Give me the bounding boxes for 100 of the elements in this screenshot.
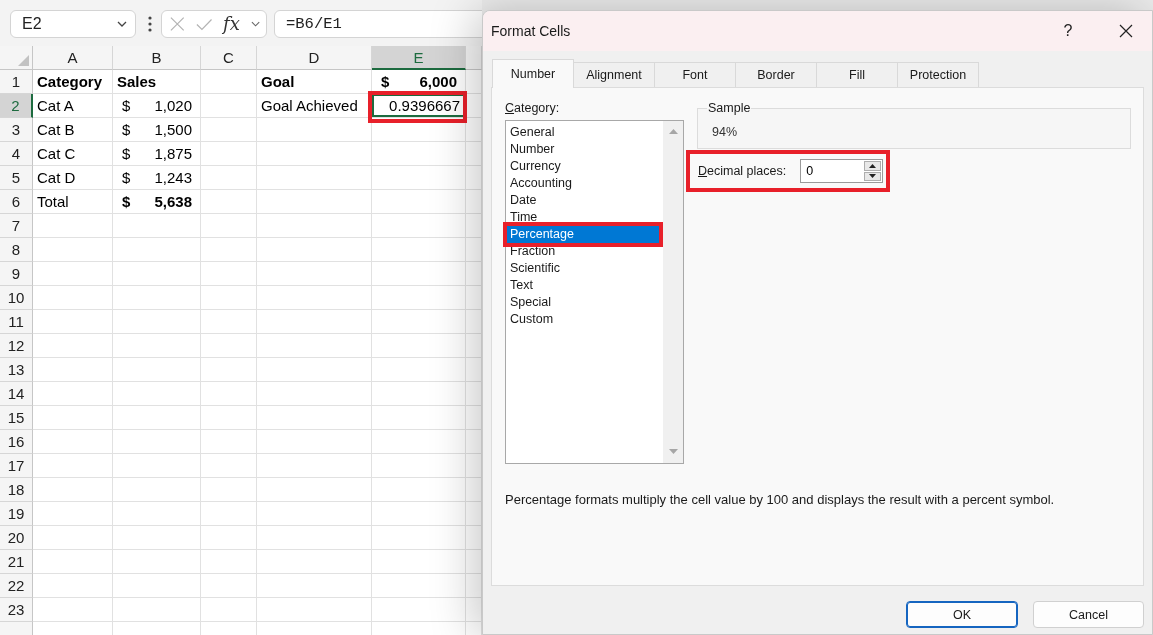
currency-symbol: $ [122,96,131,116]
row-header[interactable]: 10 [0,286,33,310]
row-header[interactable]: 11 [0,310,33,334]
row-header[interactable]: 15 [0,406,33,430]
empty-cell [201,286,257,310]
insert-function-button[interactable]: fx [223,14,240,34]
row-header[interactable]: 18 [0,478,33,502]
column-header[interactable]: A [33,46,113,70]
table-cell: Sales [113,70,201,94]
field-label: Category: [505,100,560,116]
list-item[interactable]: Number [507,141,659,158]
row-header[interactable]: 13 [0,358,33,382]
description-text: Percentage formats multiply the cell value by 100 and displays the result with a percent symbol. [505,492,1055,508]
select-all-button[interactable] [0,46,33,70]
list-item[interactable]: Accounting [507,175,659,192]
table-cell: Cat B [33,118,113,142]
table-cell: Cat D [33,166,113,190]
list-item[interactable]: Special [507,294,659,311]
dialog-button[interactable]: Cancel [1033,601,1144,628]
empty-cell [201,334,257,358]
row-header[interactable]: 23 [0,598,33,622]
tab[interactable]: Protection [897,62,979,87]
list-item[interactable]: Percentage [507,226,659,243]
currency-symbol: $ [381,72,390,92]
empty-cell [201,214,257,238]
check-icon[interactable] [195,17,213,31]
empty-cell [201,598,257,622]
empty-cell [201,526,257,550]
cell-value: 1,875 [154,144,192,164]
table-cell: Cat C [33,142,113,166]
row-header[interactable]: 1 [0,70,33,94]
row-header[interactable]: 3 [0,118,33,142]
empty-cell [201,454,257,478]
column-header[interactable]: D [257,46,372,70]
more-icon[interactable] [148,16,152,32]
dialog-button[interactable]: OK [906,601,1018,628]
name-box[interactable]: E2 [10,10,136,38]
up-triangle-icon[interactable] [668,129,678,134]
currency-symbol: $ [122,120,131,140]
table-cell: 0.9396667 [372,94,466,118]
cell-value: 5,638 [154,192,192,212]
list-item[interactable]: Currency [507,158,659,175]
empty-cell [201,406,257,430]
empty-cell [201,574,257,598]
row-header[interactable]: 2 [0,94,33,118]
list-item[interactable]: Time [507,209,659,226]
currency-symbol: $ [122,168,131,188]
down-triangle-icon[interactable] [668,449,678,454]
empty-cell [201,262,257,286]
row-header[interactable]: 19 [0,502,33,526]
column-header[interactable]: E [372,46,466,70]
row-header[interactable]: 7 [0,214,33,238]
list-item[interactable]: Scientific [507,260,659,277]
column-header[interactable]: B [113,46,201,70]
empty-cell [201,310,257,334]
row-header[interactable]: 16 [0,430,33,454]
formula-bar[interactable]: =B6/E1 [274,10,482,38]
row-header[interactable]: 5 [0,166,33,190]
row-header[interactable]: 14 [0,382,33,406]
row-header[interactable]: 22 [0,574,33,598]
triangle-icon [18,55,29,66]
cell-value: 1,500 [154,120,192,140]
sample-value: 94% [712,124,738,140]
cancel-icon[interactable] [170,16,185,32]
table-cell: Category [33,70,113,94]
row-header[interactable]: 20 [0,526,33,550]
row-header[interactable]: 4 [0,142,33,166]
column-header[interactable] [466,46,482,70]
row-header[interactable]: 12 [0,334,33,358]
caret-icon[interactable] [117,21,127,27]
table-cell: Cat A [33,94,113,118]
field-label: Decimal places: [698,163,787,179]
cell-value: 1,243 [154,168,192,188]
row-header[interactable]: 21 [0,550,33,574]
cell-value: 6,000 [419,72,457,92]
dialog-title: Format Cells [491,23,571,39]
table-cell: Total [33,190,113,214]
empty-cell [201,358,257,382]
empty-cell [201,550,257,574]
currency-symbol: $ [122,144,131,164]
caret-icon[interactable] [250,21,260,27]
cell-value: 1,020 [154,96,192,116]
empty-cell [201,430,257,454]
tab[interactable]: Number [492,59,574,88]
row-header[interactable]: 8 [0,238,33,262]
row-header[interactable]: 6 [0,190,33,214]
empty-cell [201,478,257,502]
empty-cell [201,70,257,94]
list-item[interactable]: Text [507,277,659,294]
row-header[interactable]: 9 [0,262,33,286]
list-item[interactable]: Custom [507,311,659,328]
scrollbar[interactable] [663,121,683,463]
help-button[interactable]: ? [1046,11,1090,51]
empty-cell [201,238,257,262]
column-header[interactable]: C [201,46,257,70]
list-item[interactable]: General [507,124,659,141]
list-item[interactable]: Date [507,192,659,209]
row-header[interactable]: 17 [0,454,33,478]
close-icon [1119,24,1133,38]
table-cell: Goal Achieved [257,94,372,118]
